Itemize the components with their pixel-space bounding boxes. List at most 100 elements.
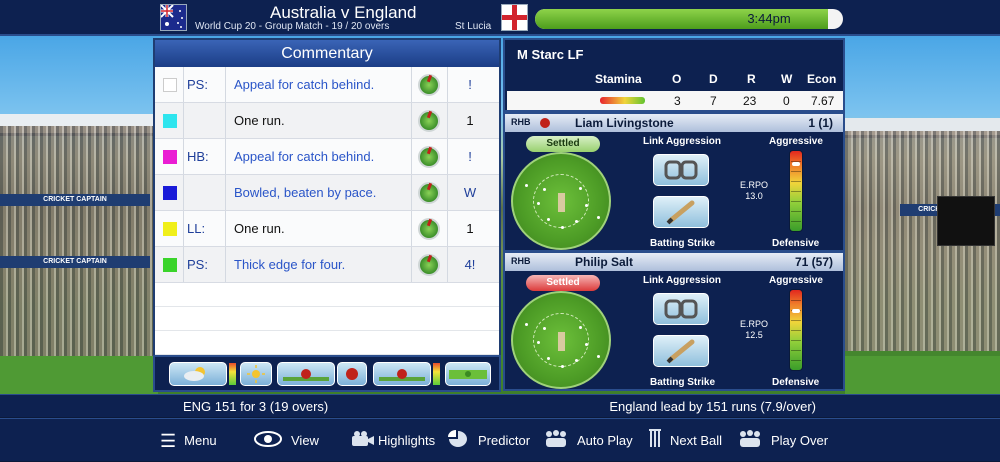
- stand-left: [0, 126, 158, 356]
- batsman-panel[interactable]: RHB Liam Livingstone 1 (1) Settled Link …: [503, 112, 845, 252]
- commentary-color-marker: [163, 78, 177, 92]
- commentary-empty-row: [155, 283, 499, 307]
- next-ball-label: Next Ball: [670, 433, 723, 448]
- match-title: Australia v England: [270, 3, 417, 22]
- batsman-panel[interactable]: RHB Philip Salt 71 (57) Settled Link Agg…: [503, 251, 845, 391]
- commentary-row[interactable]: HB: Appeal for catch behind. !: [155, 139, 499, 175]
- tactics-toolbar: [153, 355, 501, 392]
- link-aggression-button[interactable]: [653, 293, 709, 325]
- fielder-marker: [561, 226, 564, 229]
- pace-ball-button[interactable]: [277, 362, 335, 386]
- divider: [447, 211, 448, 246]
- divider: [183, 175, 184, 210]
- bowler-overs: 3: [674, 94, 681, 108]
- divider: [447, 247, 448, 282]
- next-ball-button[interactable]: Next Ball: [648, 419, 722, 462]
- divider: [447, 103, 448, 138]
- commentary-batsman: HB:: [187, 149, 209, 164]
- commentary-text: Thick edge for four.: [234, 257, 346, 272]
- commentary-row[interactable]: Bowled, beaten by pace. W: [155, 175, 499, 211]
- fielder-marker: [537, 341, 540, 344]
- weather-pitch-button[interactable]: [169, 362, 227, 386]
- defensive-label: Defensive: [772, 238, 820, 249]
- commentary-color-marker: [163, 150, 177, 164]
- stumps-icon: [648, 428, 662, 453]
- divider: [411, 247, 412, 282]
- stat-header-econ: Econ: [807, 72, 837, 86]
- highlights-label: Highlights: [378, 433, 436, 448]
- aggression-slider-handle[interactable]: [792, 309, 800, 313]
- bowler-name: M Starc LF: [517, 47, 584, 62]
- commentary-color-marker: [163, 186, 177, 200]
- defensive-label: Defensive: [772, 377, 820, 388]
- bowler-dots: 7: [710, 94, 717, 108]
- hamburger-icon: ☰: [160, 430, 177, 451]
- commentary-text: One run.: [234, 221, 285, 236]
- match-header: Australia v England World Cup 20 - Group…: [0, 0, 1000, 36]
- divider: [225, 247, 226, 282]
- aggression-gauge[interactable]: [789, 289, 803, 371]
- fielder-marker: [561, 365, 564, 368]
- fielder-marker: [543, 188, 546, 191]
- auto-play-button[interactable]: Auto Play: [543, 419, 633, 462]
- commentary-list[interactable]: PS: Appeal for catch behind. ! One run. …: [155, 67, 499, 355]
- link-aggression-button[interactable]: [653, 154, 709, 186]
- fielder-marker: [579, 326, 582, 329]
- field-placement-circle[interactable]: [511, 291, 611, 389]
- view-label: View: [291, 433, 319, 448]
- camera-icon: [350, 430, 376, 451]
- aggressive-label: Aggressive: [769, 275, 823, 286]
- play-over-label: Play Over: [771, 433, 829, 448]
- shot-direction-icon: [418, 146, 440, 168]
- commentary-panel: Commentary PS: Appeal for catch behind. …: [153, 38, 501, 392]
- aggression-gauge[interactable]: [789, 150, 803, 232]
- menu-button[interactable]: ☰ Menu: [160, 419, 217, 462]
- batting-strike-button[interactable]: [653, 335, 709, 367]
- on-strike-ball-icon: [540, 118, 550, 128]
- batting-hand: RHB: [511, 256, 531, 266]
- bottom-menu: ☰ Menu View Highlights Predictor Auto Pl…: [0, 418, 1000, 461]
- light-button[interactable]: [240, 362, 272, 386]
- bowler-econ: 7.67: [811, 94, 835, 108]
- batting-strike-button[interactable]: [653, 196, 709, 228]
- bowler-panel[interactable]: M Starc LF Stamina O D R W Econ 3 7 23 0…: [503, 38, 845, 112]
- eye-icon: [253, 430, 283, 451]
- ad-board-left: CRICKET CAPTAIN: [0, 194, 150, 206]
- day-progress-bar: 3:44pm: [535, 9, 843, 29]
- commentary-row[interactable]: One run. 1: [155, 103, 499, 139]
- pitch-condition-button[interactable]: [445, 362, 491, 386]
- fielder-marker: [575, 220, 578, 223]
- commentary-row[interactable]: LL: One run. 1: [155, 211, 499, 247]
- aggression-slider-handle[interactable]: [792, 162, 800, 167]
- predictor-button[interactable]: Predictor: [446, 419, 530, 462]
- commentary-text: Bowled, beaten by pace.: [234, 185, 377, 200]
- shot-direction-icon: [418, 218, 440, 240]
- view-button[interactable]: View: [253, 419, 319, 462]
- lead-summary: England lead by 151 runs (7.9/over): [609, 399, 816, 414]
- bowler-runs: 23: [743, 94, 757, 108]
- team-score: ENG 151 for 3 (19 overs): [183, 399, 329, 414]
- play-over-button[interactable]: Play Over: [737, 419, 828, 462]
- commentary-empty-row: [155, 331, 499, 355]
- commentary-row[interactable]: PS: Thick edge for four. 4!: [155, 247, 499, 283]
- erpo-label: E.RPO: [739, 319, 768, 329]
- batsman-header: RHB Liam Livingstone 1 (1): [505, 114, 843, 132]
- highlights-button[interactable]: Highlights: [350, 419, 435, 462]
- fielder-marker: [579, 187, 582, 190]
- fielder-marker: [585, 204, 588, 207]
- outfield-right: [845, 356, 1000, 394]
- bowler-wickets: 0: [783, 94, 790, 108]
- field-placement-circle[interactable]: [511, 152, 611, 250]
- divider: [447, 139, 448, 174]
- swing-ball-button[interactable]: [373, 362, 431, 386]
- commentary-batsman: PS:: [187, 77, 208, 92]
- commentary-text: One run.: [234, 113, 285, 128]
- menu-label: Menu: [184, 433, 217, 448]
- predictor-label: Predictor: [478, 433, 531, 448]
- fielder-marker: [525, 184, 528, 187]
- new-ball-button[interactable]: [337, 362, 367, 386]
- fielder-marker: [547, 357, 550, 360]
- commentary-row[interactable]: PS: Appeal for catch behind. !: [155, 67, 499, 103]
- stat-header-overs: O: [672, 72, 682, 86]
- shot-direction-icon: [418, 74, 440, 96]
